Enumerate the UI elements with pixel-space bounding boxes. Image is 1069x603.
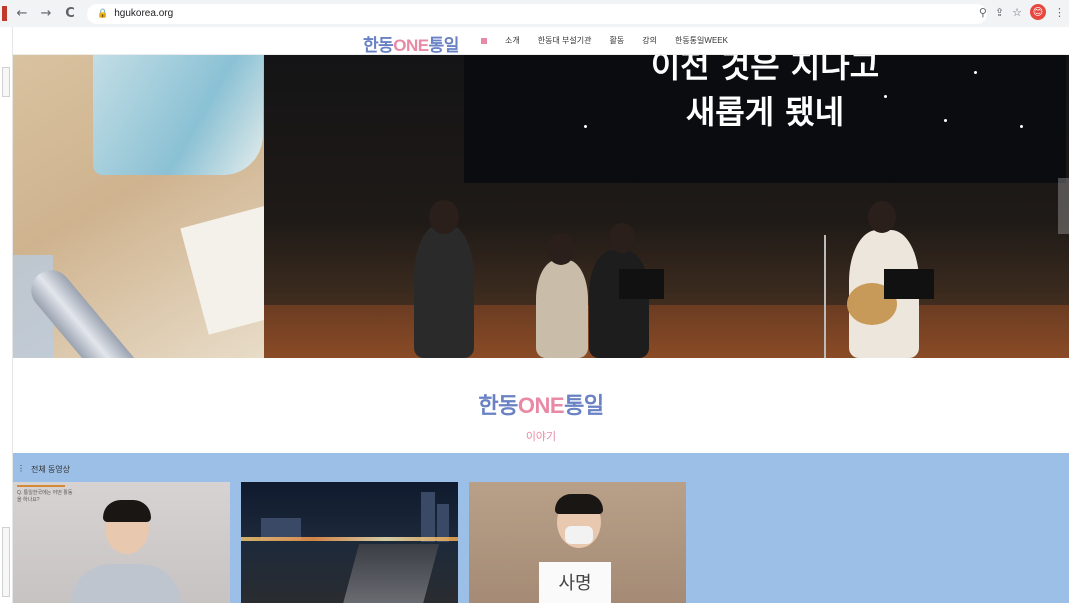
hero-next-arrow[interactable] (1058, 178, 1069, 234)
nav-item-activities[interactable]: 활동 (609, 35, 624, 46)
music-stand (884, 269, 934, 299)
gutter-handle-top[interactable] (2, 67, 10, 97)
section-logo-part2: ONE (517, 393, 565, 418)
screen-lyric-line2: 새롭게 됐네 (685, 93, 845, 131)
performer-4-head (868, 201, 896, 233)
nav-item-lectures[interactable]: 강의 (642, 35, 657, 46)
address-bar[interactable]: 🔒 hgukorea.org (87, 3, 987, 24)
site-logo[interactable]: 한동ONE통일 (363, 31, 459, 56)
site-header: 한동ONE통일 소개 한동대 부설기관 활동 강의 한동통일WEEK (13, 27, 1069, 55)
building-shape (421, 492, 435, 542)
video-section: ⋮ 전체 동영상 Q. 통일한국에는 어떤 활동을 하나요? 사명 (13, 453, 1069, 603)
performer-2 (536, 260, 588, 358)
section-logo-part3: 통일 (564, 393, 604, 418)
video-thumbnail[interactable]: Q. 통일한국에는 어떤 활동을 하나요? (13, 482, 230, 603)
video-thumbnail[interactable] (241, 482, 458, 603)
back-icon[interactable]: ← (13, 5, 31, 23)
nav-item-intro[interactable]: 소개 (505, 35, 520, 46)
nav-item-week[interactable]: 한동통일WEEK (675, 35, 728, 46)
logo-text-part3: 통일 (428, 36, 460, 55)
performer-1-head (429, 200, 459, 234)
home-icon[interactable] (481, 37, 487, 44)
lock-icon: 🔒 (97, 8, 109, 19)
stage-screen: 이전 것은 지나고 새롭게 됐네 (464, 55, 1066, 183)
road-shape (342, 544, 440, 603)
handwritten-sign: 사명 (539, 562, 611, 603)
share-icon[interactable]: ⇪ (995, 6, 1004, 19)
stage-floor (264, 305, 1069, 358)
performer-3-head (609, 223, 635, 253)
all-videos-label[interactable]: ⋮ 전체 동영상 (17, 464, 70, 475)
url-text: hgukorea.org (114, 8, 174, 19)
browser-menu-icon[interactable]: ⋮ (1054, 6, 1065, 19)
logo-text-part2: ONE (393, 36, 429, 55)
person-hair (555, 494, 603, 514)
star-decoration (884, 95, 887, 98)
person-hair (103, 500, 151, 522)
section-logo-part1: 한동 (478, 393, 518, 418)
caption-bar (17, 485, 65, 487)
nav-item-affiliates[interactable]: 한동대 부설기관 (538, 35, 592, 46)
browser-actions: ⚲ ⇪ ☆ 😊 ⋮ (979, 4, 1065, 20)
video-thumbnail[interactable]: 사명 (469, 482, 686, 603)
section-logo: 한동ONE통일 (13, 388, 1069, 420)
list-icon: ⋮ (17, 464, 25, 473)
hero-photo-desk (13, 55, 296, 358)
face-mask (565, 526, 593, 544)
performer-2-head (547, 233, 575, 265)
window-accent (2, 6, 7, 21)
performer-1 (414, 225, 474, 358)
all-videos-text: 전체 동영상 (31, 465, 71, 474)
gutter-handle-bottom[interactable] (2, 527, 10, 597)
forward-icon[interactable]: → (37, 5, 55, 23)
story-section-header: 한동ONE통일 이야기 (13, 358, 1069, 453)
hero-photo-stage: 이전 것은 지나고 새롭게 됐네 (264, 55, 1069, 358)
browser-toolbar: ← → C 🔒 hgukorea.org ⚲ ⇪ ☆ 😊 ⋮ (0, 0, 1069, 27)
plastic-bag-shape (93, 55, 263, 175)
star-decoration (944, 119, 947, 122)
left-gutter (0, 27, 13, 603)
mic-stand (824, 235, 826, 358)
hero-banner: 이전 것은 지나고 새롭게 됐네 (13, 55, 1069, 358)
performer-3 (589, 250, 649, 358)
person-body (71, 564, 181, 603)
zoom-icon[interactable]: ⚲ (979, 6, 987, 19)
star-decoration (974, 71, 977, 74)
city-lights (241, 537, 458, 541)
main-nav: 소개 한동대 부설기관 활동 강의 한동통일WEEK (481, 35, 728, 46)
section-subtitle: 이야기 (525, 431, 557, 443)
music-stand (619, 269, 664, 299)
profile-avatar[interactable]: 😊 (1030, 4, 1046, 20)
reload-icon[interactable]: C (61, 5, 79, 23)
star-decoration (1020, 125, 1023, 128)
thumbnail-caption: Q. 통일한국에는 어떤 활동을 하나요? (17, 490, 73, 503)
bookmark-star-icon[interactable]: ☆ (1012, 6, 1022, 19)
star-decoration (584, 125, 587, 128)
logo-text-part1: 한동 (363, 36, 394, 55)
